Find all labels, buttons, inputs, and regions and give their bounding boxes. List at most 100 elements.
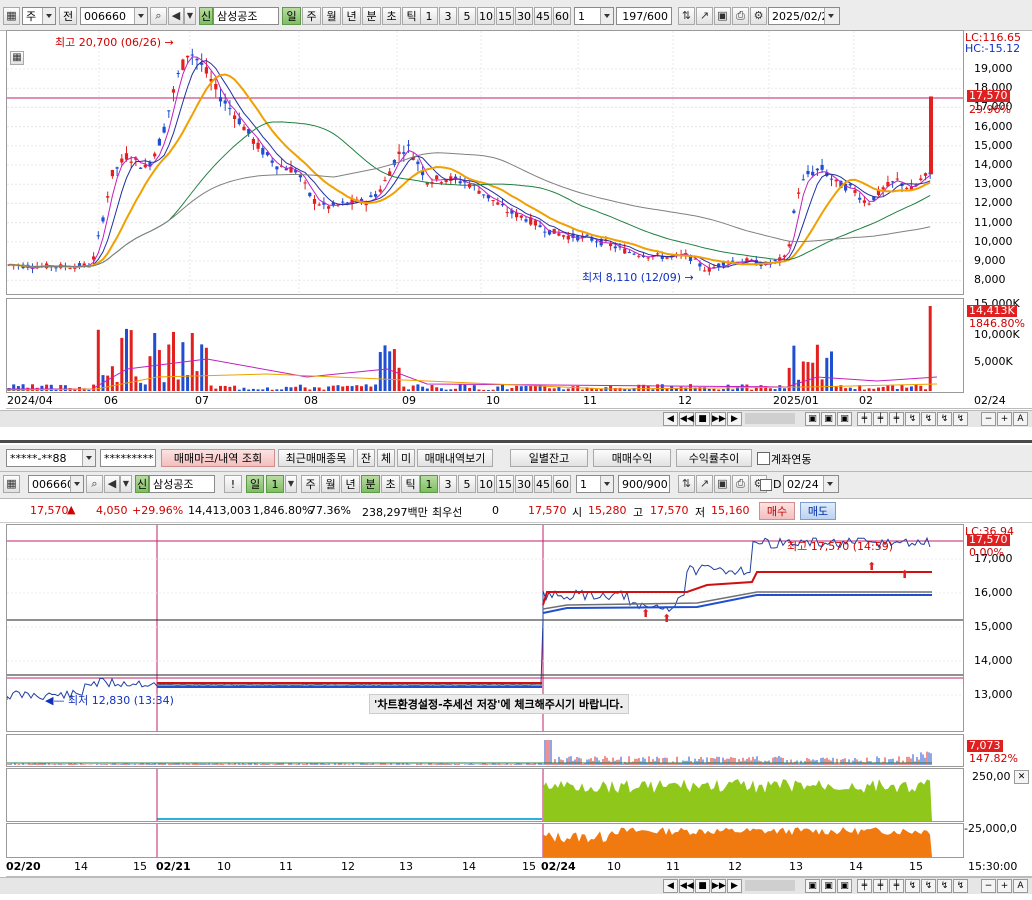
font-button[interactable]: A xyxy=(1013,879,1028,893)
count-input[interactable]: 900/900 xyxy=(618,475,670,493)
chevron-down-icon[interactable]: ▼ xyxy=(285,475,297,493)
top-scrollbar[interactable]: ◀ ◀◀ ■ ▶▶ ▶ ▣ ▣ ▣ ╪ ╪ ╪ ↯ ↯ ↯ ↯ − + A xyxy=(0,410,1032,427)
number-button-15[interactable]: 15 xyxy=(496,7,514,25)
number-button-45[interactable]: 45 xyxy=(534,475,552,493)
top-price-chart[interactable]: ▦ 최고 20,700 (06/26) → 최저 8,110 (12/09) → xyxy=(6,30,964,295)
number-button-30[interactable]: 30 xyxy=(515,475,533,493)
tool-icon-10[interactable]: ↯ xyxy=(953,412,968,426)
tool-icon-1[interactable]: ▣ xyxy=(805,412,820,426)
tool-icon-7[interactable]: ↯ xyxy=(905,879,920,893)
chevron-down-icon[interactable]: ▼ xyxy=(120,475,132,493)
tool-icon-3[interactable]: ▣ xyxy=(837,879,852,893)
tool-icon-6[interactable]: ╪ xyxy=(889,412,904,426)
period-type-select[interactable]: 주 xyxy=(22,7,56,25)
bottom-green-chart[interactable] xyxy=(6,768,964,822)
pane-close-icon[interactable]: ✕ xyxy=(1014,770,1029,784)
period-button-5[interactable]: 틱 xyxy=(401,475,420,493)
tool-icon-5[interactable]: ╪ xyxy=(873,412,888,426)
stop-button[interactable]: ■ xyxy=(695,879,710,893)
tool-icon-5[interactable]: ╪ xyxy=(873,879,888,893)
trade-mark-button[interactable]: 매매마크/내역 조회 xyxy=(161,449,275,467)
number-button-60[interactable]: 60 xyxy=(553,7,571,25)
number-button-1[interactable]: 1 xyxy=(420,7,438,25)
last-button[interactable]: ▶▶ xyxy=(711,412,726,426)
number-button-3[interactable]: 3 xyxy=(439,475,457,493)
jan-button[interactable]: 잔 xyxy=(357,449,375,467)
print-icon[interactable]: ⎙ xyxy=(732,7,749,25)
tool-icon-8[interactable]: ↯ xyxy=(921,412,936,426)
scroll-track[interactable] xyxy=(745,413,795,424)
number-button-5[interactable]: 5 xyxy=(458,7,476,25)
font-button[interactable]: A xyxy=(1013,412,1028,426)
che-button[interactable]: 체 xyxy=(377,449,395,467)
alert-button[interactable]: ! xyxy=(224,475,242,493)
first-button[interactable]: ◀◀ xyxy=(679,412,694,426)
period-button-1[interactable]: 월 xyxy=(321,475,340,493)
tool-icon-2[interactable]: ▣ xyxy=(821,412,836,426)
tool-icon-8[interactable]: ↯ xyxy=(921,879,936,893)
sell-button[interactable]: 매도 xyxy=(800,502,836,520)
period-button-3[interactable]: 분 xyxy=(361,475,380,493)
scroll-left-button[interactable]: ◀ xyxy=(663,879,678,893)
number-button-60[interactable]: 60 xyxy=(553,475,571,493)
gear-icon[interactable]: ⚙ xyxy=(750,7,767,25)
scroll-left-button[interactable]: ◀ xyxy=(663,412,678,426)
scroll-right-button[interactable]: ▶ xyxy=(727,412,742,426)
grid-icon[interactable]: ▦ xyxy=(3,7,20,25)
compare-icon[interactable]: ↗ xyxy=(696,7,713,25)
history-button[interactable]: 매매내역보기 xyxy=(417,449,493,467)
bottom-orange-chart[interactable] xyxy=(6,823,964,858)
unit-select[interactable]: 1 xyxy=(574,7,614,25)
tool-icon-3[interactable]: ▣ xyxy=(837,412,852,426)
recent-items-button[interactable]: 최근매매종목 xyxy=(278,449,354,467)
period-button-4[interactable]: 분 xyxy=(362,7,381,25)
last-button[interactable]: ▶▶ xyxy=(711,879,726,893)
number-button-15[interactable]: 15 xyxy=(496,475,514,493)
zoom-out-button[interactable]: − xyxy=(981,412,996,426)
mi-button[interactable]: 미 xyxy=(397,449,415,467)
tool-icon-2[interactable]: ▣ xyxy=(821,879,836,893)
period-button-2[interactable]: 년 xyxy=(341,475,360,493)
pane-splitter[interactable] xyxy=(0,427,1032,443)
stock-name-field[interactable]: 삼성공조 xyxy=(213,7,279,25)
number-button-30[interactable]: 30 xyxy=(515,7,533,25)
stock-name-field[interactable]: 삼성공조 xyxy=(149,475,215,493)
stock-code-input[interactable]: 006660 xyxy=(80,7,148,25)
zoom-out-button[interactable]: − xyxy=(981,879,996,893)
number-button-5[interactable]: 5 xyxy=(458,475,476,493)
first-button[interactable]: ◀◀ xyxy=(679,879,694,893)
link-checkbox[interactable] xyxy=(757,452,770,465)
buy-button[interactable]: 매수 xyxy=(759,502,795,520)
period-button-5[interactable]: 초 xyxy=(382,7,401,25)
stop-button[interactable]: ■ xyxy=(695,412,710,426)
tool-icon-6[interactable]: ╪ xyxy=(889,879,904,893)
search-icon[interactable]: ⌕ xyxy=(86,475,103,493)
compare-icon[interactable]: ↗ xyxy=(696,475,713,493)
save-icon[interactable]: ▣ xyxy=(714,7,731,25)
tool-icon-1[interactable]: ▣ xyxy=(805,879,820,893)
period-button-1[interactable]: 주 xyxy=(302,7,321,25)
daily-balance-button[interactable]: 일별잔고 xyxy=(510,449,588,467)
count-input[interactable]: 197/600 xyxy=(616,7,672,25)
save-icon[interactable]: ▣ xyxy=(714,475,731,493)
search-icon[interactable]: ⌕ xyxy=(150,7,167,25)
tool-icon-4[interactable]: ╪ xyxy=(857,412,872,426)
unit-select[interactable]: 1 xyxy=(576,475,614,493)
number-button-10[interactable]: 10 xyxy=(477,475,495,493)
view-mode-button[interactable]: 전 xyxy=(59,7,77,25)
period-button-2[interactable]: 월 xyxy=(322,7,341,25)
period-button-0[interactable]: 일 xyxy=(282,7,301,25)
print-icon[interactable]: ⎙ xyxy=(732,475,749,493)
stock-code-input[interactable]: 006660 xyxy=(28,475,84,493)
account-select[interactable]: *****-**88 xyxy=(6,449,96,467)
period-button-3[interactable]: 년 xyxy=(342,7,361,25)
period-button-6[interactable]: 틱 xyxy=(402,7,421,25)
zoom-in-button[interactable]: + xyxy=(997,879,1012,893)
number-button-10[interactable]: 10 xyxy=(477,7,495,25)
indicator-icon[interactable]: ⇅ xyxy=(678,475,695,493)
d-checkbox[interactable] xyxy=(760,479,772,491)
scroll-right-button[interactable]: ▶ xyxy=(727,879,742,893)
tool-icon-9[interactable]: ↯ xyxy=(937,879,952,893)
tool-icon-4[interactable]: ╪ xyxy=(857,879,872,893)
date-input[interactable]: 02/24 xyxy=(783,475,839,493)
